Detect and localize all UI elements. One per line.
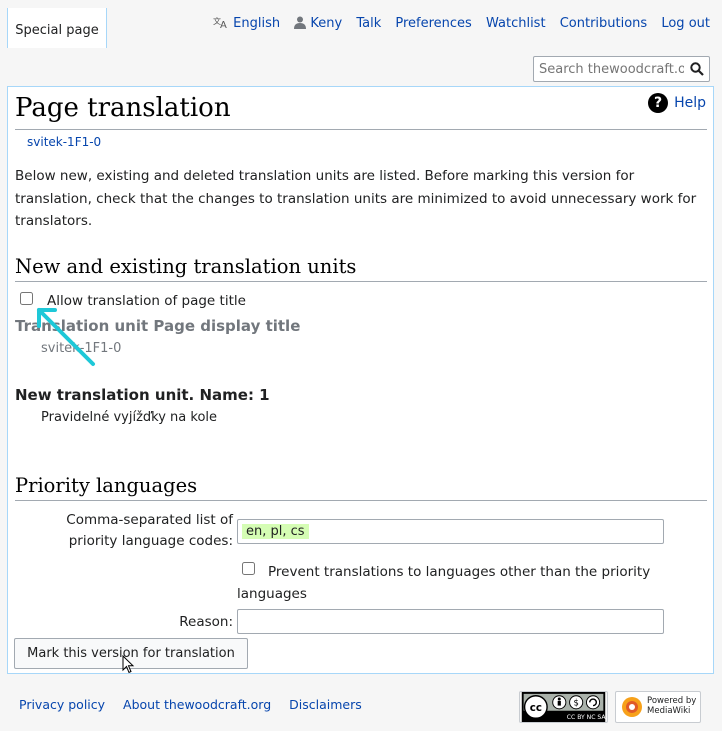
prevent-label: Prevent translations to languages other … <box>237 564 651 602</box>
search-icon[interactable] <box>690 62 704 76</box>
codes-value: en, pl, cs <box>242 524 309 539</box>
disclaimers-link[interactable]: Disclaimers <box>289 697 362 712</box>
help-label[interactable]: Help <box>674 95 706 111</box>
codes-label-line2: priority language codes: <box>68 533 233 549</box>
codes-label: Comma-separated list of priority languag… <box>28 510 233 552</box>
svg-text:$: $ <box>573 698 578 708</box>
codes-input[interactable]: en, pl, cs <box>237 519 664 544</box>
about-link[interactable]: About thewoodcraft.org <box>123 697 271 712</box>
unit-text-new: Pravidelné vyjížďky na kole <box>41 410 218 425</box>
units-divider <box>15 281 707 282</box>
contributions-link[interactable]: Contributions <box>560 16 648 31</box>
mediawiki-badge[interactable]: Powered by MediaWiki <box>615 691 701 723</box>
reason-input[interactable] <box>237 609 664 634</box>
talk-link[interactable]: Talk <box>356 16 381 31</box>
preferences-link[interactable]: Preferences <box>395 16 471 31</box>
page-title: Page translation <box>15 93 231 123</box>
footer-links: Privacy policy About thewoodcraft.org Di… <box>19 697 376 712</box>
units-heading: New and existing translation units <box>15 255 357 278</box>
reason-label: Reason: <box>179 614 233 630</box>
page-subtitle-link[interactable]: svitek-1F1-0 <box>27 135 101 149</box>
annotation-arrow-icon <box>37 308 95 366</box>
main-content: Page translation ? Help svitek-1F1-0 Belo… <box>7 86 714 674</box>
unit-title-new: New translation unit. Name: 1 <box>15 386 270 404</box>
user-icon <box>294 16 307 29</box>
help-icon: ? <box>648 93 669 113</box>
mouse-pointer-icon <box>122 655 135 674</box>
codes-label-line1: Comma-separated list of <box>66 512 233 528</box>
privacy-link[interactable]: Privacy policy <box>19 697 105 712</box>
svg-text:cc: cc <box>530 702 542 714</box>
mw-line2: MediaWiki <box>647 706 691 716</box>
logout-link[interactable]: Log out <box>661 16 710 31</box>
watchlist-link[interactable]: Watchlist <box>486 16 546 31</box>
cc-badge-text: CC BY NC SA <box>567 714 607 721</box>
personal-tools: 文 A English Keny Talk Preferences Watchl… <box>203 16 710 31</box>
svg-text:A: A <box>220 20 227 29</box>
language-label[interactable]: English <box>233 16 280 31</box>
priority-divider <box>15 500 707 501</box>
top-strip <box>0 0 722 6</box>
cc-license-badge[interactable]: cc $ CC BY NC SA <box>519 691 608 723</box>
language-link[interactable]: 文 A English <box>213 16 284 31</box>
search-input[interactable] <box>534 57 684 81</box>
intro-text: Below new, existing and deleted translat… <box>15 168 697 229</box>
search-box <box>533 56 710 82</box>
user-name[interactable]: Keny <box>310 16 342 31</box>
title-divider <box>15 129 707 130</box>
mw-line1: Powered by <box>647 696 697 706</box>
mediawiki-flower-icon <box>622 697 642 717</box>
tab-label: Special page <box>15 23 99 38</box>
priority-heading: Priority languages <box>15 474 198 497</box>
tab-special-page[interactable]: Special page <box>7 8 107 48</box>
translate-icon: 文 A <box>213 16 227 31</box>
user-link[interactable]: Keny <box>294 16 346 31</box>
help-link[interactable]: ? Help <box>648 93 706 113</box>
